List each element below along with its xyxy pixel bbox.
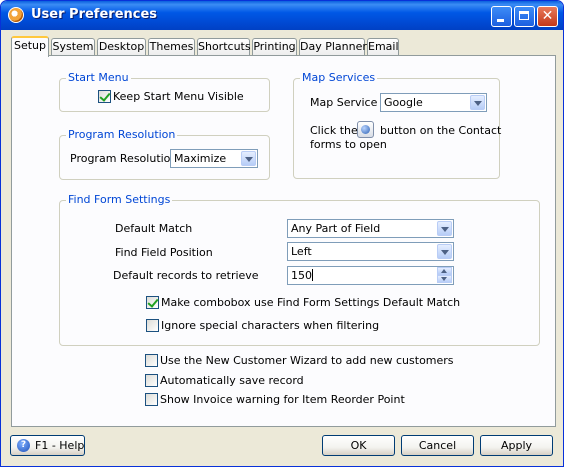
default-records-label: Default records to retrieve [113, 269, 259, 282]
spin-up-icon[interactable] [437, 267, 452, 275]
combobox-default-match-label: Make combobox use Find Form Settings Def… [161, 296, 461, 309]
default-records-value: 150 [291, 269, 313, 282]
ignore-special-characters-checkbox[interactable] [146, 319, 159, 332]
user-preferences-window: User Preferences ✕ Setup System Desktop … [0, 0, 564, 467]
globe-icon [357, 121, 374, 138]
close-icon: ✕ [541, 8, 554, 24]
map-hint-before: Click the [310, 124, 358, 137]
ok-button[interactable]: OK [322, 435, 395, 456]
tab-day-planner[interactable]: Day Planner [299, 38, 367, 56]
minimize-button[interactable] [491, 6, 512, 27]
combobox-default-match-checkbox[interactable] [146, 296, 159, 309]
find-field-position-select[interactable]: Left [287, 242, 454, 261]
default-match-value: Any Part of Field [291, 222, 381, 235]
close-button[interactable]: ✕ [537, 6, 558, 27]
chevron-down-icon[interactable] [470, 95, 485, 110]
map-hint-line2: forms to open [310, 138, 387, 151]
spin-down-icon[interactable] [437, 275, 452, 283]
button-bar: ? F1 - Help OK Cancel Apply [1, 429, 563, 466]
help-button-label: F1 - Help [35, 439, 85, 452]
chevron-down-icon[interactable] [437, 244, 452, 259]
maximize-button[interactable] [514, 6, 535, 27]
default-match-label: Default Match [115, 222, 193, 235]
cancel-button[interactable]: Cancel [401, 435, 474, 456]
map-service-select[interactable]: Google [380, 93, 487, 112]
map-services-group: Map Services Map Service Google Click th… [293, 71, 502, 179]
tab-printing[interactable]: Printing [252, 38, 297, 56]
start-menu-title: Start Menu [66, 71, 131, 84]
tab-shortcuts[interactable]: Shortcuts [197, 38, 251, 56]
invoice-warning-checkbox[interactable] [145, 393, 158, 406]
keep-start-menu-visible-label: Keep Start Menu Visible [113, 90, 244, 103]
program-resolution-label: Program Resolution [70, 152, 178, 165]
program-resolution-value: Maximize [174, 152, 227, 165]
find-field-position-label: Find Field Position [115, 246, 213, 259]
start-menu-group: Start Menu Keep Start Menu Visible [59, 71, 270, 112]
find-form-settings-group: Find Form Settings Default Match Any Par… [59, 193, 540, 346]
invoice-warning-label: Show Invoice warning for Item Reorder Po… [160, 393, 405, 406]
tab-system[interactable]: System [51, 38, 95, 56]
map-hint-after: button on the Contact [380, 124, 502, 137]
find-field-position-value: Left [291, 245, 312, 258]
help-button[interactable]: ? F1 - Help [10, 435, 85, 456]
new-customer-wizard-label: Use the New Customer Wizard to add new c… [160, 354, 454, 367]
default-records-spinner[interactable]: 150 [287, 266, 454, 285]
title-bar[interactable]: User Preferences ✕ [1, 1, 563, 30]
apply-button[interactable]: Apply [480, 435, 553, 456]
app-icon [8, 7, 24, 23]
ignore-special-characters-label: Ignore special characters when filtering [161, 319, 380, 332]
auto-save-label: Automatically save record [160, 374, 304, 387]
tab-setup[interactable]: Setup [11, 36, 49, 57]
chevron-down-icon[interactable] [437, 221, 452, 236]
window-title: User Preferences [31, 7, 158, 22]
find-form-settings-title: Find Form Settings [66, 193, 173, 206]
auto-save-checkbox[interactable] [145, 374, 158, 387]
tab-desktop[interactable]: Desktop [97, 38, 146, 56]
tab-email[interactable]: Email [367, 38, 399, 56]
default-match-select[interactable]: Any Part of Field [287, 219, 454, 238]
new-customer-wizard-checkbox[interactable] [145, 354, 158, 367]
map-service-label: Map Service [310, 96, 378, 109]
help-icon: ? [17, 439, 30, 452]
tab-themes[interactable]: Themes [148, 38, 195, 56]
program-resolution-select[interactable]: Maximize [170, 149, 258, 168]
map-service-value: Google [384, 96, 423, 109]
chevron-down-icon[interactable] [241, 151, 256, 166]
program-resolution-title: Program Resolution [66, 128, 178, 141]
program-resolution-group: Program Resolution Program Resolution Ma… [59, 128, 270, 180]
keep-start-menu-visible-checkbox[interactable] [98, 90, 111, 103]
map-services-title: Map Services [300, 71, 378, 84]
setup-panel: Start Menu Keep Start Menu Visible Progr… [11, 55, 556, 427]
